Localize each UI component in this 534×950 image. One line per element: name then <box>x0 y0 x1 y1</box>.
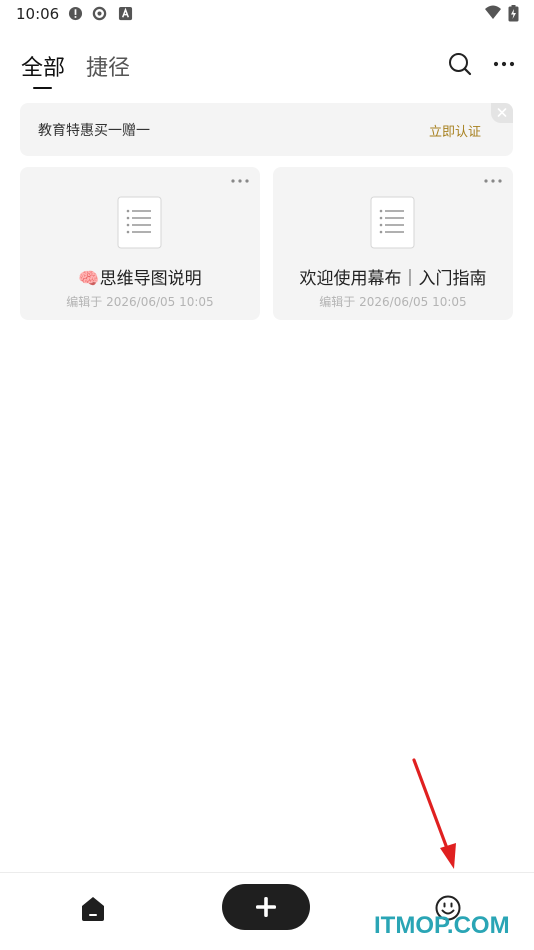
app-a-icon <box>118 6 133 21</box>
tab-all[interactable]: 全部 <box>21 50 65 82</box>
document-card[interactable]: 🧠思维导图说明 编辑于 2026/06/05 10:05 <box>20 167 260 320</box>
verify-now-link[interactable]: 立即认证 <box>429 121 481 140</box>
header: 全部 捷径 <box>0 44 534 92</box>
promo-banner[interactable]: 教育特惠买一赠一 立即认证 <box>20 103 513 156</box>
battery-charging-icon <box>508 5 519 22</box>
document-title: 🧠思维导图说明 <box>78 269 202 289</box>
status-bar: 10:06 <box>0 0 534 28</box>
document-icon <box>370 196 415 249</box>
search-icon[interactable] <box>446 50 474 78</box>
tab-shortcuts[interactable]: 捷径 <box>86 50 130 82</box>
alert-icon <box>68 6 83 21</box>
card-more-icon[interactable] <box>230 175 250 187</box>
document-icon <box>117 196 162 249</box>
card-more-icon[interactable] <box>483 175 503 187</box>
promo-close-button[interactable] <box>491 103 513 123</box>
more-icon[interactable] <box>491 50 519 78</box>
watermark: ITMOP.COM <box>374 912 510 939</box>
promo-text: 教育特惠买一赠一 <box>38 123 150 139</box>
document-edited-time: 编辑于 2026/06/05 10:05 <box>66 295 214 309</box>
status-time: 10:06 <box>16 5 60 23</box>
home-icon[interactable] <box>79 895 107 923</box>
add-button[interactable] <box>222 884 310 930</box>
add-icon <box>256 897 276 917</box>
sync-icon <box>92 6 107 21</box>
document-edited-time: 编辑于 2026/06/05 10:05 <box>319 295 467 309</box>
document-card[interactable]: 欢迎使用幕布｜入门指南 编辑于 2026/06/05 10:05 <box>273 167 513 320</box>
annotation-arrow <box>412 758 456 869</box>
close-icon <box>497 108 507 117</box>
active-tab-indicator <box>33 87 52 89</box>
wifi-icon <box>485 5 501 19</box>
document-title: 欢迎使用幕布｜入门指南 <box>299 269 487 289</box>
